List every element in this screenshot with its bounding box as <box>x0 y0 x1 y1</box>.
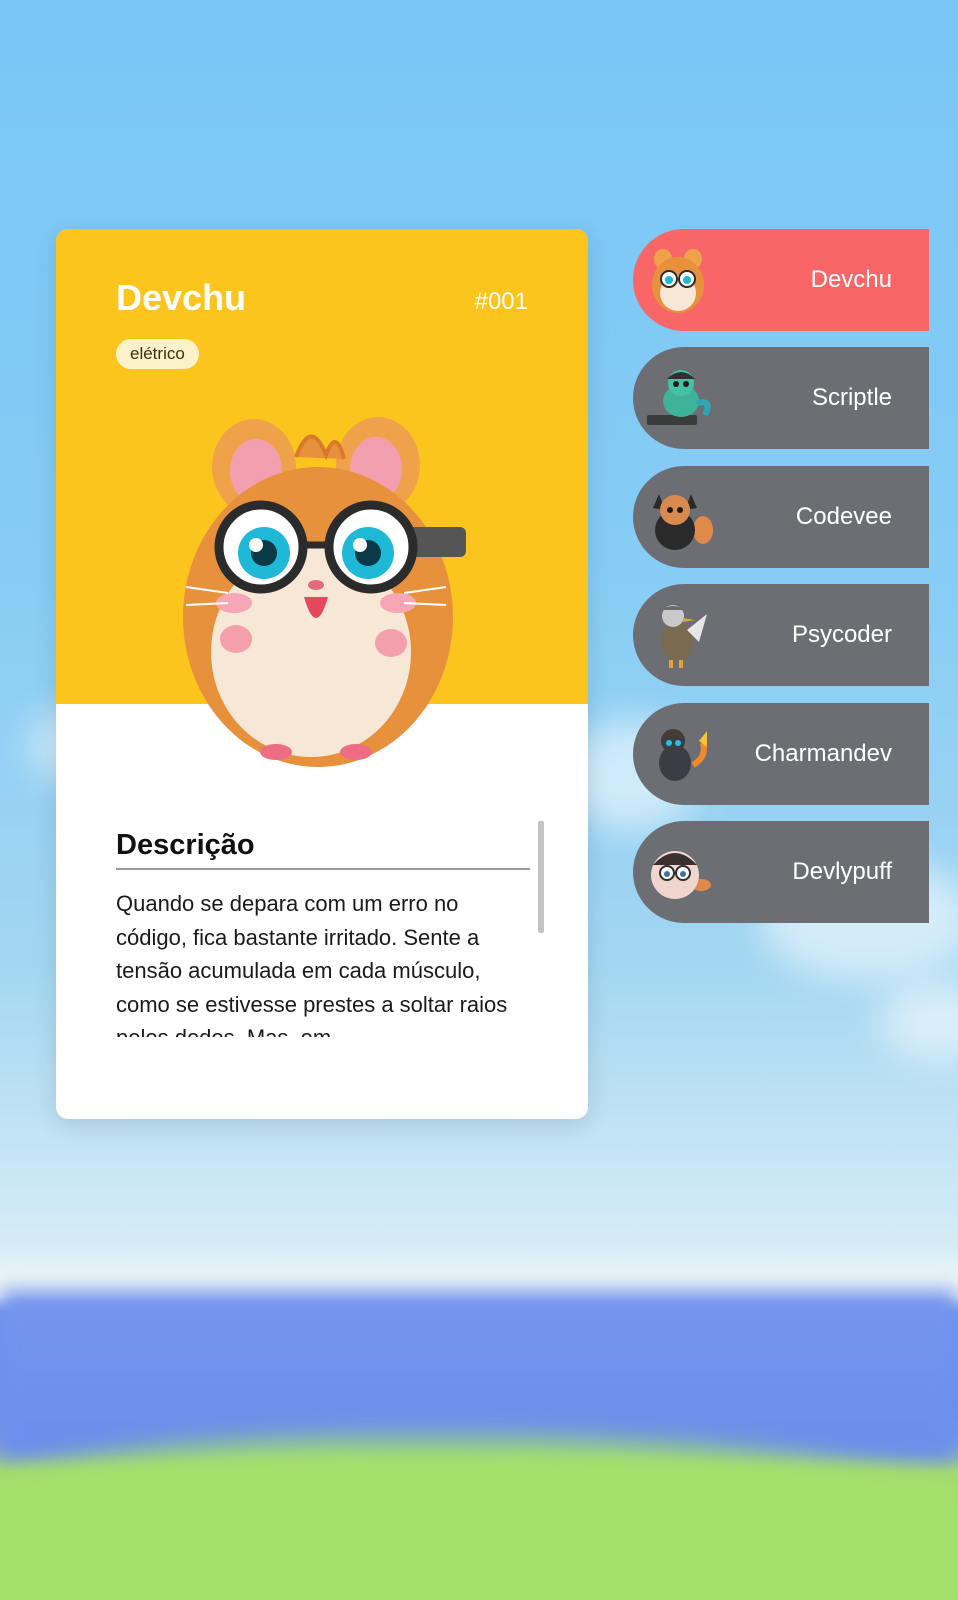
puff-icon <box>651 850 711 899</box>
character-name: Devchu <box>116 277 247 318</box>
duck-icon <box>661 605 707 669</box>
description-text[interactable]: Quando se depara com um erro no código, … <box>116 887 521 1037</box>
character-item-scriptle[interactable]: Scriptle <box>633 347 929 450</box>
type-badge: elétrico <box>116 339 199 369</box>
character-list: Devchu Scriptle Codevee Psycoder Charman… <box>633 229 929 939</box>
character-item-charmandev[interactable]: Charmandev <box>633 702 929 805</box>
character-item-label: Devlypuff <box>792 857 892 885</box>
hamster-illustration <box>183 417 466 767</box>
character-item-label: Charmandev <box>754 739 892 767</box>
description-scrollbar[interactable] <box>538 821 544 933</box>
character-item-label: Psycoder <box>791 621 892 649</box>
fox-icon <box>653 493 713 550</box>
character-card: Devchu #001 elétrico Descrição Quando se… <box>56 229 588 1119</box>
lizard-icon <box>659 728 707 781</box>
character-item-label: Devchu <box>810 266 892 293</box>
character-number: #001 <box>474 288 528 315</box>
character-item-devchu[interactable]: Devchu <box>633 229 929 331</box>
character-item-label: Codevee <box>795 502 892 530</box>
turtle-icon <box>647 370 711 426</box>
character-item-psycoder[interactable]: Psycoder <box>633 584 929 687</box>
description-title: Descrição <box>116 829 255 861</box>
character-item-label: Scriptle <box>811 384 892 412</box>
hamster-icon <box>652 249 704 313</box>
character-item-devlypuff[interactable]: Devlypuff <box>633 820 929 923</box>
description-divider <box>116 868 530 870</box>
character-item-codevee[interactable]: Codevee <box>633 465 929 568</box>
